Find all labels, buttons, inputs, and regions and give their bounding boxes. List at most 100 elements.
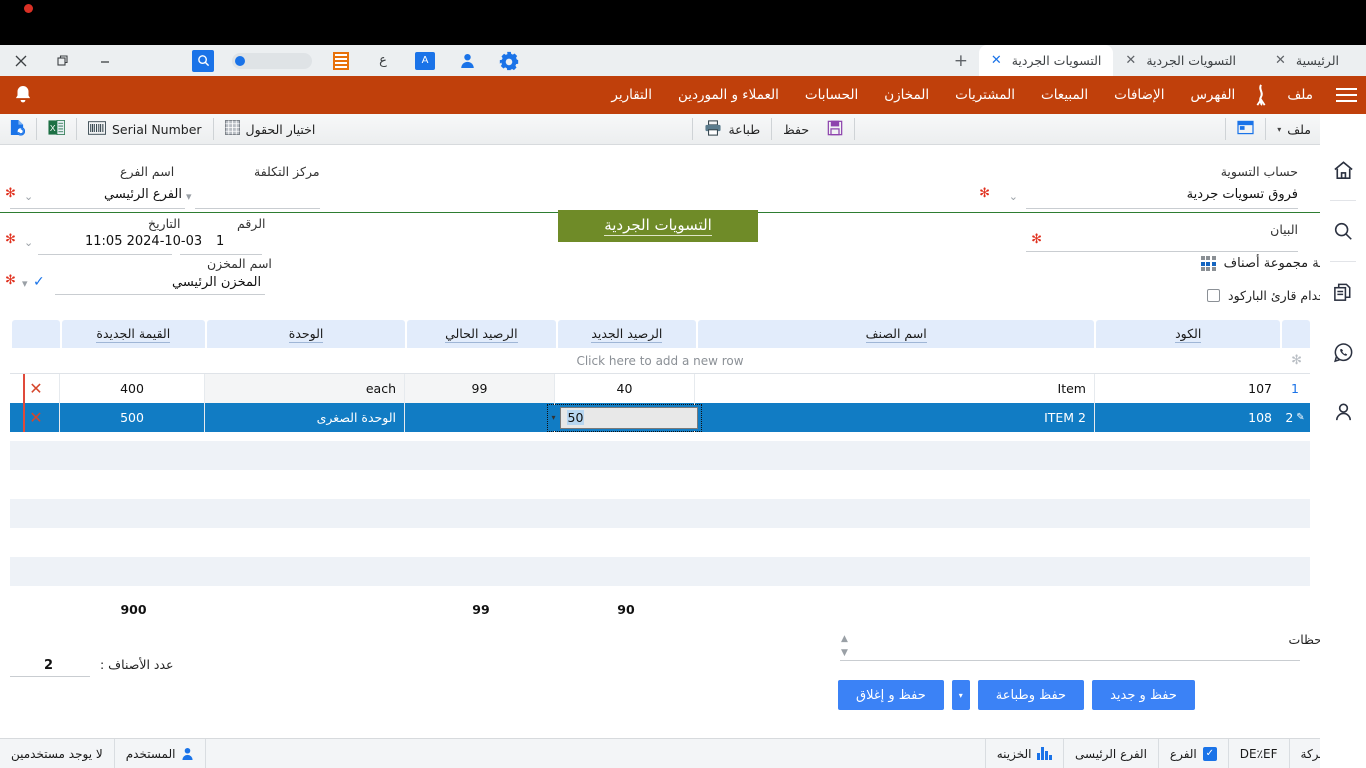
minimize-window-button[interactable] bbox=[84, 45, 126, 76]
table-row[interactable]: ✎ 2 108 ITEM 2 50 ▾ الوحدة الصغرى 500 ✕ bbox=[10, 403, 1310, 432]
currency-icon[interactable]: ع bbox=[362, 45, 404, 76]
cell-new-balance[interactable]: 40 bbox=[554, 374, 694, 403]
profile-icon[interactable] bbox=[446, 45, 488, 76]
grid-header-new-balance[interactable]: الرصيد الجديد bbox=[558, 320, 697, 348]
status-branch[interactable]: ✓ الفرع bbox=[1158, 739, 1228, 768]
total-current-balance: 99 bbox=[406, 598, 556, 620]
hamburger-menu-icon[interactable] bbox=[1326, 76, 1366, 114]
whatsapp-icon[interactable] bbox=[1320, 322, 1366, 382]
new-tab-button[interactable]: + bbox=[943, 45, 979, 76]
save-label-button[interactable]: حفظ bbox=[774, 116, 818, 142]
grid-header-unit[interactable]: الوحدة bbox=[207, 320, 405, 348]
serial-number-button[interactable]: Serial Number bbox=[79, 116, 211, 142]
notes-input[interactable] bbox=[845, 640, 1300, 660]
cell-new-balance-editor[interactable]: 50 ▾ bbox=[554, 403, 694, 432]
number-value[interactable]: 1 bbox=[216, 234, 224, 249]
refresh-document-button[interactable] bbox=[0, 116, 34, 142]
nav-item-accounts[interactable]: الحسابات bbox=[792, 76, 871, 114]
use-barcode-checkbox[interactable] bbox=[1207, 289, 1220, 302]
new-balance-input[interactable]: 50 bbox=[560, 407, 698, 429]
nav-item-addons[interactable]: الإضافات bbox=[1101, 76, 1177, 114]
nav-item-reports[interactable]: التقارير bbox=[598, 76, 665, 114]
grid-header-rownum bbox=[1282, 320, 1310, 348]
grid-header-current-balance[interactable]: الرصيد الحالي bbox=[407, 320, 556, 348]
search-icon[interactable] bbox=[182, 45, 224, 76]
nav-item-sales[interactable]: المبيعات bbox=[1028, 76, 1101, 114]
nav-item-warehouses[interactable]: المخازن bbox=[871, 76, 942, 114]
status-user[interactable]: المستخدم bbox=[115, 739, 207, 768]
delete-row-button[interactable]: ✕ bbox=[13, 403, 59, 432]
inline-editor[interactable]: 50 ▾ bbox=[548, 405, 700, 431]
cell-unit[interactable]: الوحدة الصغرى bbox=[204, 403, 404, 432]
cell-current-balance[interactable]: 99 bbox=[404, 374, 554, 403]
row-marker-bar bbox=[23, 403, 25, 432]
cell-code[interactable]: 108 bbox=[1094, 403, 1280, 432]
toolbar-file-menu[interactable]: ملف ▾ bbox=[1268, 116, 1320, 142]
restore-window-button[interactable] bbox=[42, 45, 84, 76]
home-icon[interactable] bbox=[1320, 140, 1366, 200]
settlement-account-value[interactable]: فروق تسويات جردية bbox=[1187, 187, 1298, 202]
nav-item-purchases[interactable]: المشتريات bbox=[942, 76, 1028, 114]
print-button[interactable]: طباعة bbox=[695, 116, 769, 142]
close-icon[interactable]: ✕ bbox=[29, 379, 42, 398]
close-tab-icon[interactable]: ✕ bbox=[1125, 54, 1136, 67]
cell-current-balance[interactable] bbox=[404, 403, 554, 432]
add-new-row-hint[interactable]: ✻ Click here to add a new row bbox=[10, 348, 1310, 374]
application-window: ع A الرئيسية ✕ التسويات الجردية ✕ التسوي… bbox=[0, 0, 1366, 768]
save-and-close-button[interactable]: حفظ و إغلاق bbox=[838, 680, 944, 710]
company-value: DE٪EF bbox=[1240, 747, 1278, 761]
tab-inventory-settlements-1[interactable]: التسويات الجردية ✕ bbox=[1113, 45, 1248, 76]
save-button[interactable] bbox=[818, 116, 852, 142]
tab-home[interactable]: الرئيسية ✕ bbox=[1248, 45, 1366, 76]
nav-item-index[interactable]: الفهرس bbox=[1177, 76, 1248, 114]
translate-icon[interactable]: A bbox=[404, 45, 446, 76]
nav-label: المخازن bbox=[884, 87, 929, 103]
branch-name-value[interactable]: الفرع الرئيسي bbox=[104, 187, 182, 202]
cell-unit[interactable]: each bbox=[204, 374, 404, 403]
tab-label: التسويات الجردية bbox=[1146, 53, 1236, 68]
user-icon[interactable] bbox=[1320, 382, 1366, 442]
save-options-dropdown-button[interactable]: ▾ bbox=[952, 680, 970, 710]
close-tab-icon[interactable]: ✕ bbox=[1275, 54, 1286, 67]
close-tab-icon[interactable]: ✕ bbox=[991, 54, 1002, 67]
status-treasury[interactable]: الخزينه bbox=[985, 739, 1063, 768]
close-window-button[interactable] bbox=[0, 45, 42, 76]
nav-item-file[interactable]: ملف bbox=[1274, 76, 1326, 114]
recording-indicator-dot bbox=[24, 4, 33, 13]
chevron-down-icon: ▾ bbox=[1277, 125, 1281, 134]
notifications-bell-icon[interactable] bbox=[0, 76, 46, 114]
nav-item-customers-suppliers[interactable]: العملاء و الموردين bbox=[665, 76, 792, 114]
cell-new-value[interactable]: 500 bbox=[59, 403, 204, 432]
save-and-new-button[interactable]: حفظ و جديد bbox=[1092, 680, 1195, 710]
search-icon[interactable] bbox=[1320, 201, 1366, 261]
documents-icon[interactable] bbox=[1320, 262, 1366, 322]
chevron-down-icon[interactable]: ▾ bbox=[22, 277, 28, 290]
choose-fields-button[interactable]: اختيار الحقول bbox=[216, 116, 325, 142]
refresh-document-icon bbox=[9, 119, 25, 139]
toolbar-window-button[interactable] bbox=[1228, 116, 1263, 142]
cell-item-name[interactable]: ITEM 2 bbox=[694, 403, 1094, 432]
table-row[interactable]: 1 107 Item 40 99 each 400 ✕ bbox=[10, 374, 1310, 403]
warehouse-value[interactable]: المخزن الرئيسي bbox=[172, 275, 261, 290]
toggle-switch[interactable] bbox=[224, 45, 320, 76]
chevron-down-icon[interactable]: ⌄ bbox=[1009, 190, 1018, 203]
save-and-print-button[interactable]: حفظ وطباعة bbox=[978, 680, 1084, 710]
chevron-down-icon[interactable]: ⌄ bbox=[24, 190, 33, 203]
cell-new-value[interactable]: 400 bbox=[59, 374, 204, 403]
grid-header-code[interactable]: الكود bbox=[1096, 320, 1280, 348]
grid-header-new-value[interactable]: القيمة الجديدة bbox=[62, 320, 206, 348]
nav-label: الفهرس bbox=[1190, 87, 1235, 103]
close-icon[interactable]: ✕ bbox=[29, 408, 42, 427]
nav-label: الحسابات bbox=[805, 87, 858, 103]
tab-inventory-settlements-2[interactable]: التسويات الجردية ✕ bbox=[979, 45, 1114, 76]
reader-mode-icon[interactable] bbox=[320, 45, 362, 76]
settings-gear-icon[interactable] bbox=[488, 45, 530, 76]
grid-header-item-name[interactable]: اسم الصنف bbox=[698, 320, 1094, 348]
delete-row-button[interactable]: ✕ bbox=[13, 374, 59, 403]
export-excel-button[interactable]: X bbox=[39, 116, 74, 142]
date-value[interactable]: 2024-10-03 11:05 bbox=[85, 234, 202, 249]
cell-code[interactable]: 107 bbox=[1094, 374, 1280, 403]
chevron-down-icon[interactable]: ⌄ bbox=[24, 236, 33, 249]
cell-item-name[interactable]: Item bbox=[694, 374, 1094, 403]
chevron-down-icon[interactable]: ▾ bbox=[186, 190, 192, 203]
